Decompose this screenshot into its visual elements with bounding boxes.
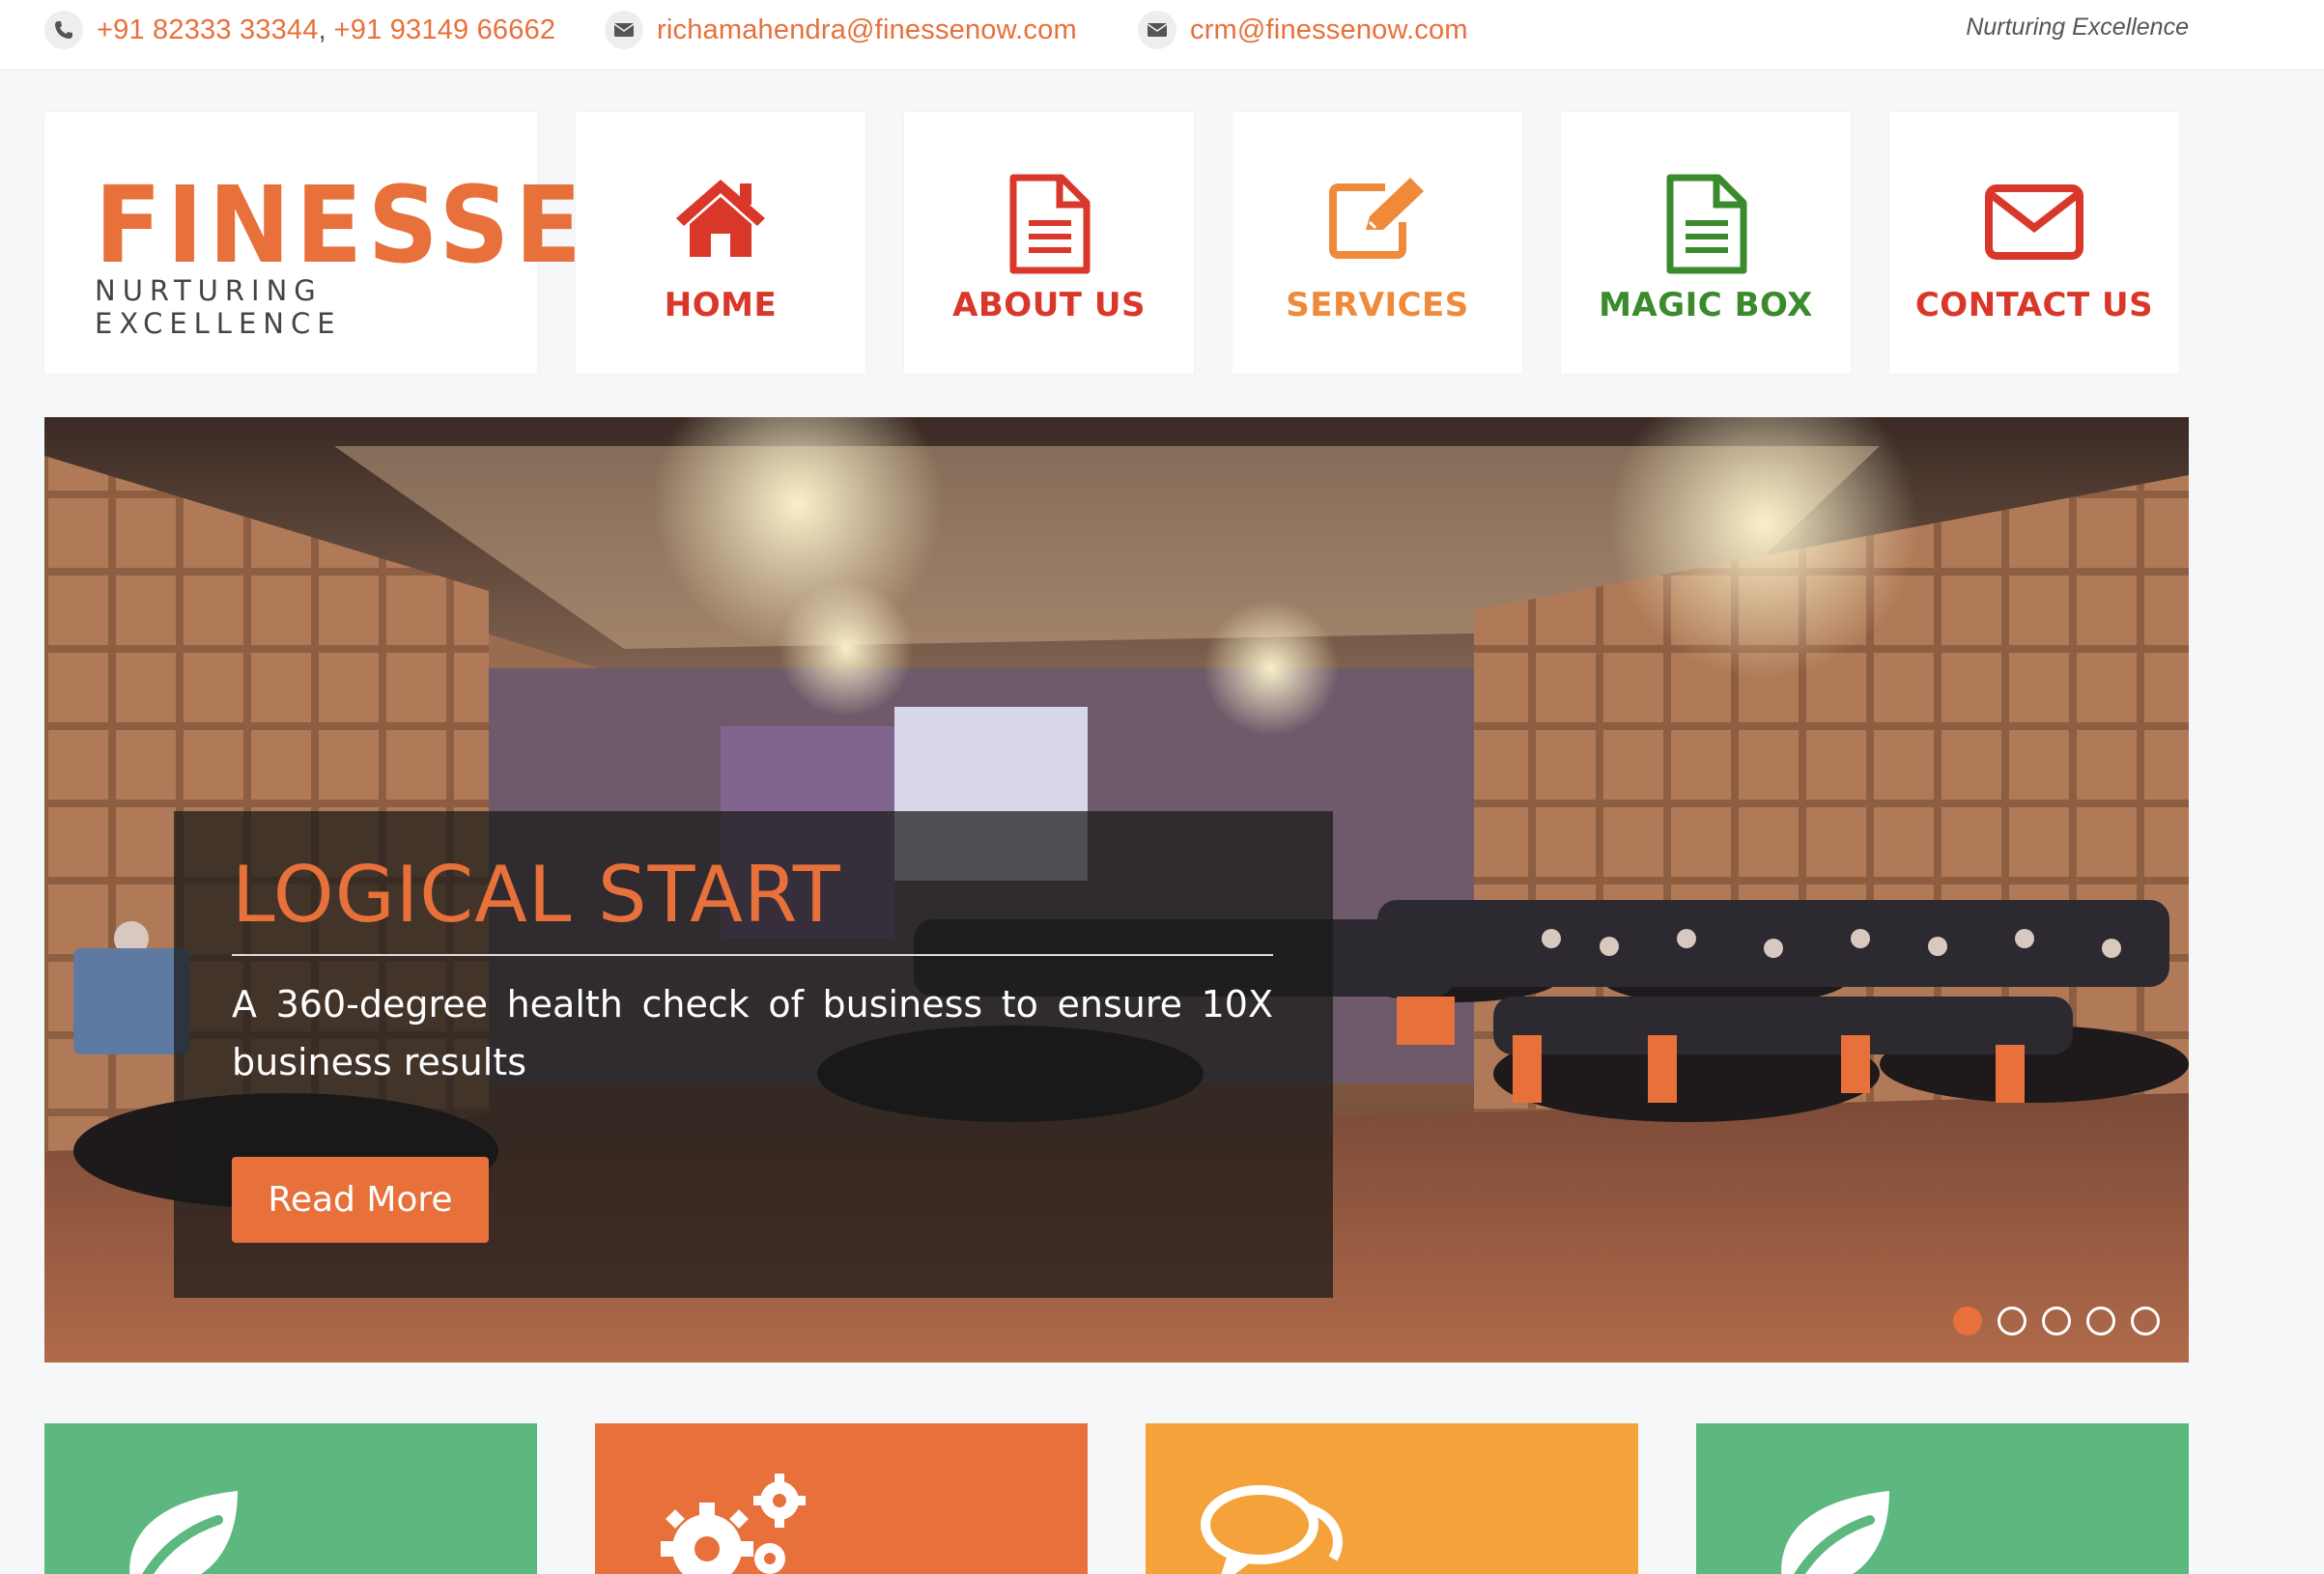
envelope-icon: [1138, 11, 1176, 49]
feature-card-4[interactable]: [1696, 1423, 2189, 1574]
document-icon: [1561, 174, 1851, 280]
home-icon: [576, 174, 865, 280]
nav-contact-us[interactable]: CONTACT US: [1889, 112, 2179, 374]
logo[interactable]: FINESSE NURTURING EXCELLENCE: [44, 112, 581, 374]
read-more-button[interactable]: Read More: [232, 1157, 489, 1243]
caption-divider: [232, 954, 1273, 956]
chat-bubbles-icon: [1201, 1485, 1343, 1574]
envelope-icon: [1889, 174, 2179, 280]
slide-dot-5[interactable]: [2131, 1307, 2160, 1335]
logo-text: FINESSE: [95, 163, 587, 287]
email-link-2[interactable]: crm@finessenow.com: [1190, 14, 1468, 46]
leaf-icon: [129, 1491, 238, 1574]
nav-home[interactable]: HOME: [576, 112, 865, 374]
phone-contact: +91 82333 33344, +91 93149 66662: [44, 0, 555, 60]
nav-label-about-us: ABOUT US: [952, 286, 1146, 324]
slide-title: LOGICAL START: [232, 850, 841, 940]
phone-icon: [44, 11, 83, 49]
tagline: Nurturing Excellence: [1966, 14, 2189, 41]
email-contact-2: crm@finessenow.com: [1138, 0, 1468, 60]
slide-dot-3[interactable]: [2042, 1307, 2071, 1335]
document-icon: [904, 174, 1194, 280]
phone-link-2[interactable]: +91 93149 66662: [334, 14, 556, 46]
phone-link-1[interactable]: +91 82333 33344: [97, 14, 319, 46]
hero-slider[interactable]: LOGICAL START A 360-degree health check …: [44, 417, 2189, 1363]
nav-label-services: SERVICES: [1286, 286, 1469, 324]
envelope-icon: [605, 11, 643, 49]
nav-magic-box[interactable]: MAGIC BOX: [1561, 112, 1851, 374]
nav-label-contact-us: CONTACT US: [1914, 286, 2154, 324]
nav-label-magic-box: MAGIC BOX: [1599, 286, 1813, 324]
nav-services[interactable]: SERVICES: [1233, 112, 1522, 374]
nav-label-home: HOME: [664, 286, 778, 324]
slide-dot-2[interactable]: [1998, 1307, 2026, 1335]
slider-pagination: [1953, 1307, 2160, 1335]
slide-dot-1[interactable]: [1953, 1307, 1982, 1335]
phone-separator: ,: [318, 14, 326, 45]
gears-icon: [661, 1474, 806, 1574]
nav-about-us[interactable]: ABOUT US: [904, 112, 1194, 374]
slide-dot-4[interactable]: [2086, 1307, 2115, 1335]
logo-subtitle: NURTURING EXCELLENCE: [95, 274, 342, 340]
email-contact-1: richamahendra@finessenow.com: [605, 0, 1077, 60]
feature-card-1[interactable]: [44, 1423, 537, 1574]
email-link-1[interactable]: richamahendra@finessenow.com: [657, 14, 1077, 46]
feature-card-2[interactable]: [595, 1423, 1088, 1574]
feature-card-3[interactable]: [1146, 1423, 1638, 1574]
slide-caption: LOGICAL START A 360-degree health check …: [174, 811, 1333, 1298]
logo-wordmark: FINESSE: [95, 172, 587, 278]
leaf-icon: [1781, 1491, 1889, 1574]
top-bar: +91 82333 33344, +91 93149 66662 richamah…: [0, 0, 2324, 70]
edit-icon: [1233, 174, 1522, 280]
slide-description: A 360-degree health check of business to…: [232, 983, 1273, 1083]
